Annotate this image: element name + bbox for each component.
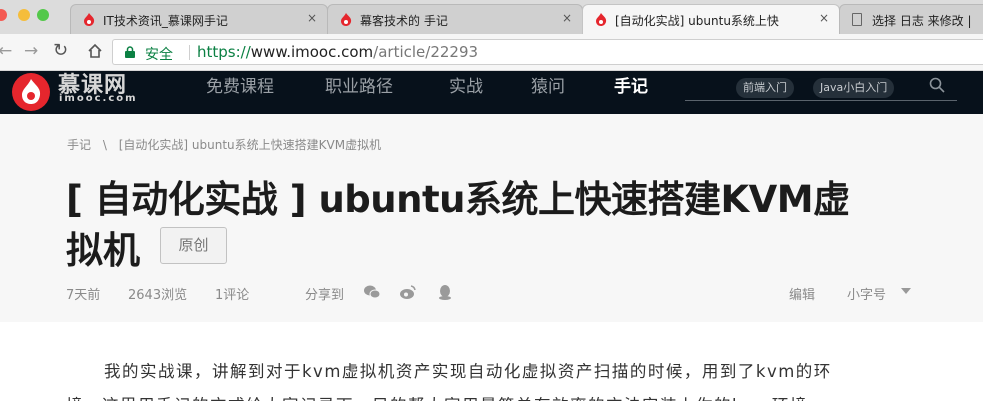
tab-title: IT技术资讯_慕课网手记 [103, 14, 228, 28]
breadcrumb-current: [自动化实战] ubuntu系统上快速搭建KVM虚拟机 [118, 138, 382, 152]
nav-career-paths[interactable]: 职业路径 [325, 72, 393, 97]
browser-tab-notes[interactable]: 幕客技术的 手记 × [327, 4, 583, 34]
home-icon[interactable] [87, 43, 103, 59]
tab-close-icon[interactable]: × [562, 11, 572, 25]
comment-count[interactable]: 1评论 [215, 284, 249, 303]
tab-title: [自动化实战] ubuntu系统上快 [615, 14, 779, 28]
browser-tab-admin-log[interactable]: 选择 日志 来修改 | [839, 4, 983, 34]
url-separator [189, 45, 190, 60]
weibo-icon[interactable] [399, 284, 417, 300]
nav-practice[interactable]: 实战 [449, 72, 483, 97]
url-host: www.imooc.com [250, 43, 374, 61]
search-tag-java[interactable]: Java小白入门 [813, 78, 895, 98]
article-paragraph-continued: 境，这里用手记的方式给大家记录下，目的帮大家用最简单有效率的方法安装上你的kvm… [66, 392, 826, 401]
imooc-logo-icon[interactable] [12, 73, 50, 111]
tab-close-icon[interactable]: × [307, 11, 317, 25]
view-count: 2643浏览 [128, 288, 188, 303]
window-close-button[interactable] [0, 9, 7, 21]
wechat-icon[interactable] [363, 284, 381, 300]
search-tag-frontend[interactable]: 前端入门 [736, 78, 794, 98]
nav-qa[interactable]: 猿问 [531, 72, 565, 97]
qq-icon[interactable] [436, 284, 454, 300]
browser-toolbar: ← → ↻ 安全 https://www.imooc.com/article/2… [0, 34, 983, 71]
search-underline [685, 100, 957, 101]
lock-icon [125, 46, 135, 58]
imooc-flame-icon [341, 13, 352, 26]
document-icon [852, 13, 862, 26]
nav-notes[interactable]: 手记 [614, 72, 648, 97]
security-label: 安全 [145, 47, 173, 63]
chevron-down-icon[interactable] [901, 288, 911, 294]
breadcrumb-notes-link[interactable]: 手记 [67, 138, 91, 152]
original-badge: 原创 [160, 227, 227, 264]
logo-domain: imooc.com [59, 93, 138, 104]
breadcrumb-separator: \ [102, 138, 107, 152]
edit-link[interactable]: 编辑 [789, 284, 815, 303]
share-label: 分享到 [305, 288, 345, 303]
site-header: 慕课网 imooc.com 免费课程 职业路径 实战 猿问 手记 前端入门 Ja… [0, 71, 983, 114]
window-minimize-button[interactable] [18, 9, 30, 21]
publish-time: 7天前 [66, 288, 101, 303]
url-text[interactable]: https://www.imooc.com/article/22293 [197, 43, 478, 61]
article-title: [ 自动化实战 ] ubuntu系统上快速搭建KVM虚 [66, 178, 850, 221]
tab-title: 幕客技术的 手记 [360, 14, 448, 28]
search-icon[interactable] [929, 77, 945, 93]
url-path: /article/22293 [373, 43, 479, 61]
nav-free-courses[interactable]: 免费课程 [206, 72, 274, 97]
font-size-selector[interactable]: 小字号 [847, 284, 886, 303]
tab-title: 选择 日志 来修改 | [872, 14, 972, 28]
article-body: 我的实战课，讲解到对于kvm虚拟机资产实现自动化虚拟资产扫描的时候，用到了kvm… [0, 322, 983, 401]
browser-tab-active-article[interactable]: [自动化实战] ubuntu系统上快 × [582, 4, 840, 35]
window-zoom-button[interactable] [37, 9, 49, 21]
browser-tab-bar: IT技术资讯_慕课网手记 × 幕客技术的 手记 × [自动化实战] ubuntu… [0, 0, 983, 35]
address-bar[interactable]: 安全 https://www.imooc.com/article/22293 [112, 39, 983, 65]
article-header: 手记 \ [自动化实战] ubuntu系统上快速搭建KVM虚拟机 [ 自动化实战… [0, 114, 983, 322]
forward-arrow-icon[interactable]: → [24, 41, 38, 61]
article-paragraph: 我的实战课，讲解到对于kvm虚拟机资产实现自动化虚拟资产扫描的时候，用到了kvm… [104, 362, 832, 381]
breadcrumb: 手记 \ [自动化实战] ubuntu系统上快速搭建KVM虚拟机 [67, 136, 389, 153]
browser-tab-it-news[interactable]: IT技术资讯_慕课网手记 × [70, 4, 328, 34]
back-arrow-icon[interactable]: ← [0, 41, 12, 61]
imooc-flame-icon [596, 13, 607, 26]
imooc-flame-icon [84, 13, 95, 26]
article-title-continued: 拟机 [66, 229, 140, 272]
reload-icon[interactable]: ↻ [53, 40, 68, 61]
tab-close-icon[interactable]: × [819, 11, 829, 25]
url-scheme: https:// [197, 43, 251, 61]
